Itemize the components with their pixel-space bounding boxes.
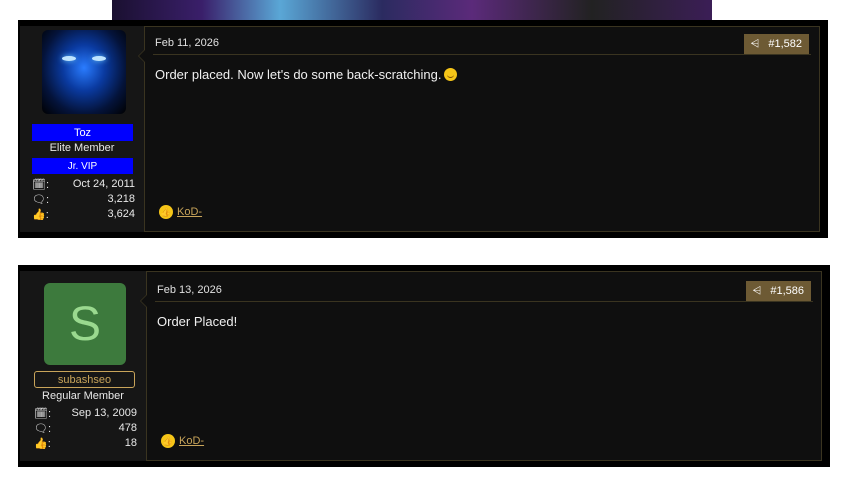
share-button[interactable]: ⩤ #1,586 — [745, 281, 811, 301]
like-reaction-icon: 👍 — [159, 205, 173, 219]
message-body: Feb 13, 2026 ⩤ #1,586 Order Placed! 👍 Ko… — [140, 271, 822, 461]
messages-icon: 🗨: — [32, 194, 50, 206]
reaction-user-link[interactable]: KoD- — [179, 435, 204, 447]
stat-reactions: 👍: 18 — [34, 437, 137, 452]
post-text: Order placed. Now let's do some back-scr… — [155, 67, 458, 82]
reaction-user-link[interactable]: KoD- — [177, 206, 202, 218]
stat-joined: 🗓: Oct 24, 2011 — [32, 178, 135, 193]
messages-icon: 🗨: — [34, 423, 52, 435]
stat-joined: 🗓: Sep 13, 2009 — [34, 407, 137, 422]
post-number: #1,586 — [770, 285, 804, 297]
post-text-content: Order placed. Now let's do some back-scr… — [155, 67, 442, 82]
thumbs-up-icon: 👍: — [32, 209, 49, 221]
calendar-icon: 🗓: — [34, 408, 52, 420]
user-title: Elite Member — [49, 142, 115, 154]
post-1586: S subashseo Regular Member 🗓: Sep 13, 20… — [18, 265, 830, 467]
reaction-bar: 👍 KoD- — [161, 434, 204, 448]
divider — [155, 301, 813, 302]
reactions-value: 3,624 — [107, 208, 135, 220]
share-icon: ⩤ — [750, 37, 760, 50]
divider — [153, 54, 811, 55]
messages-value: 478 — [118, 422, 137, 434]
post-text: Order Placed! — [157, 314, 237, 329]
joined-value: Oct 24, 2011 — [72, 178, 135, 190]
share-button[interactable]: ⩤ #1,582 — [743, 34, 809, 54]
user-badge: Jr. VIP — [32, 158, 133, 174]
header-banner-image — [112, 0, 712, 20]
message-arrow — [140, 294, 147, 308]
message-body: Feb 11, 2026 ⩤ #1,582 Order placed. Now … — [138, 26, 820, 232]
calendar-icon: 🗓: — [32, 179, 50, 191]
post-text-content: Order Placed! — [157, 314, 238, 329]
stat-reactions: 👍: 3,624 — [32, 208, 135, 223]
share-icon: ⩤ — [752, 284, 762, 297]
stat-messages: 🗨: 478 — [34, 422, 137, 437]
username-link[interactable]: Toz — [32, 124, 133, 141]
like-reaction-icon: 👍 — [161, 434, 175, 448]
reactions-value: 18 — [124, 437, 137, 449]
user-title: Regular Member — [42, 390, 124, 402]
reaction-bar: 👍 KoD- — [159, 205, 202, 219]
post-number: #1,582 — [768, 38, 802, 50]
smile-emoji-icon — [444, 68, 458, 81]
messages-value: 3,218 — [107, 193, 135, 205]
thumbs-up-icon: 👍: — [34, 438, 51, 450]
stat-messages: 🗨: 3,218 — [32, 193, 135, 208]
post-date[interactable]: Feb 13, 2026 — [157, 284, 222, 296]
message-arrow — [138, 49, 145, 63]
username-link[interactable]: subashseo — [34, 371, 135, 388]
user-panel: S subashseo Regular Member 🗓: Sep 13, 20… — [20, 271, 146, 461]
post-1582: Toz Elite Member Jr. VIP 🗓: Oct 24, 2011… — [18, 20, 828, 238]
joined-value: Sep 13, 2009 — [71, 407, 137, 419]
post-date[interactable]: Feb 11, 2026 — [155, 37, 219, 49]
avatar[interactable] — [42, 30, 126, 114]
avatar[interactable]: S — [44, 283, 126, 365]
user-panel: Toz Elite Member Jr. VIP 🗓: Oct 24, 2011… — [20, 26, 144, 232]
